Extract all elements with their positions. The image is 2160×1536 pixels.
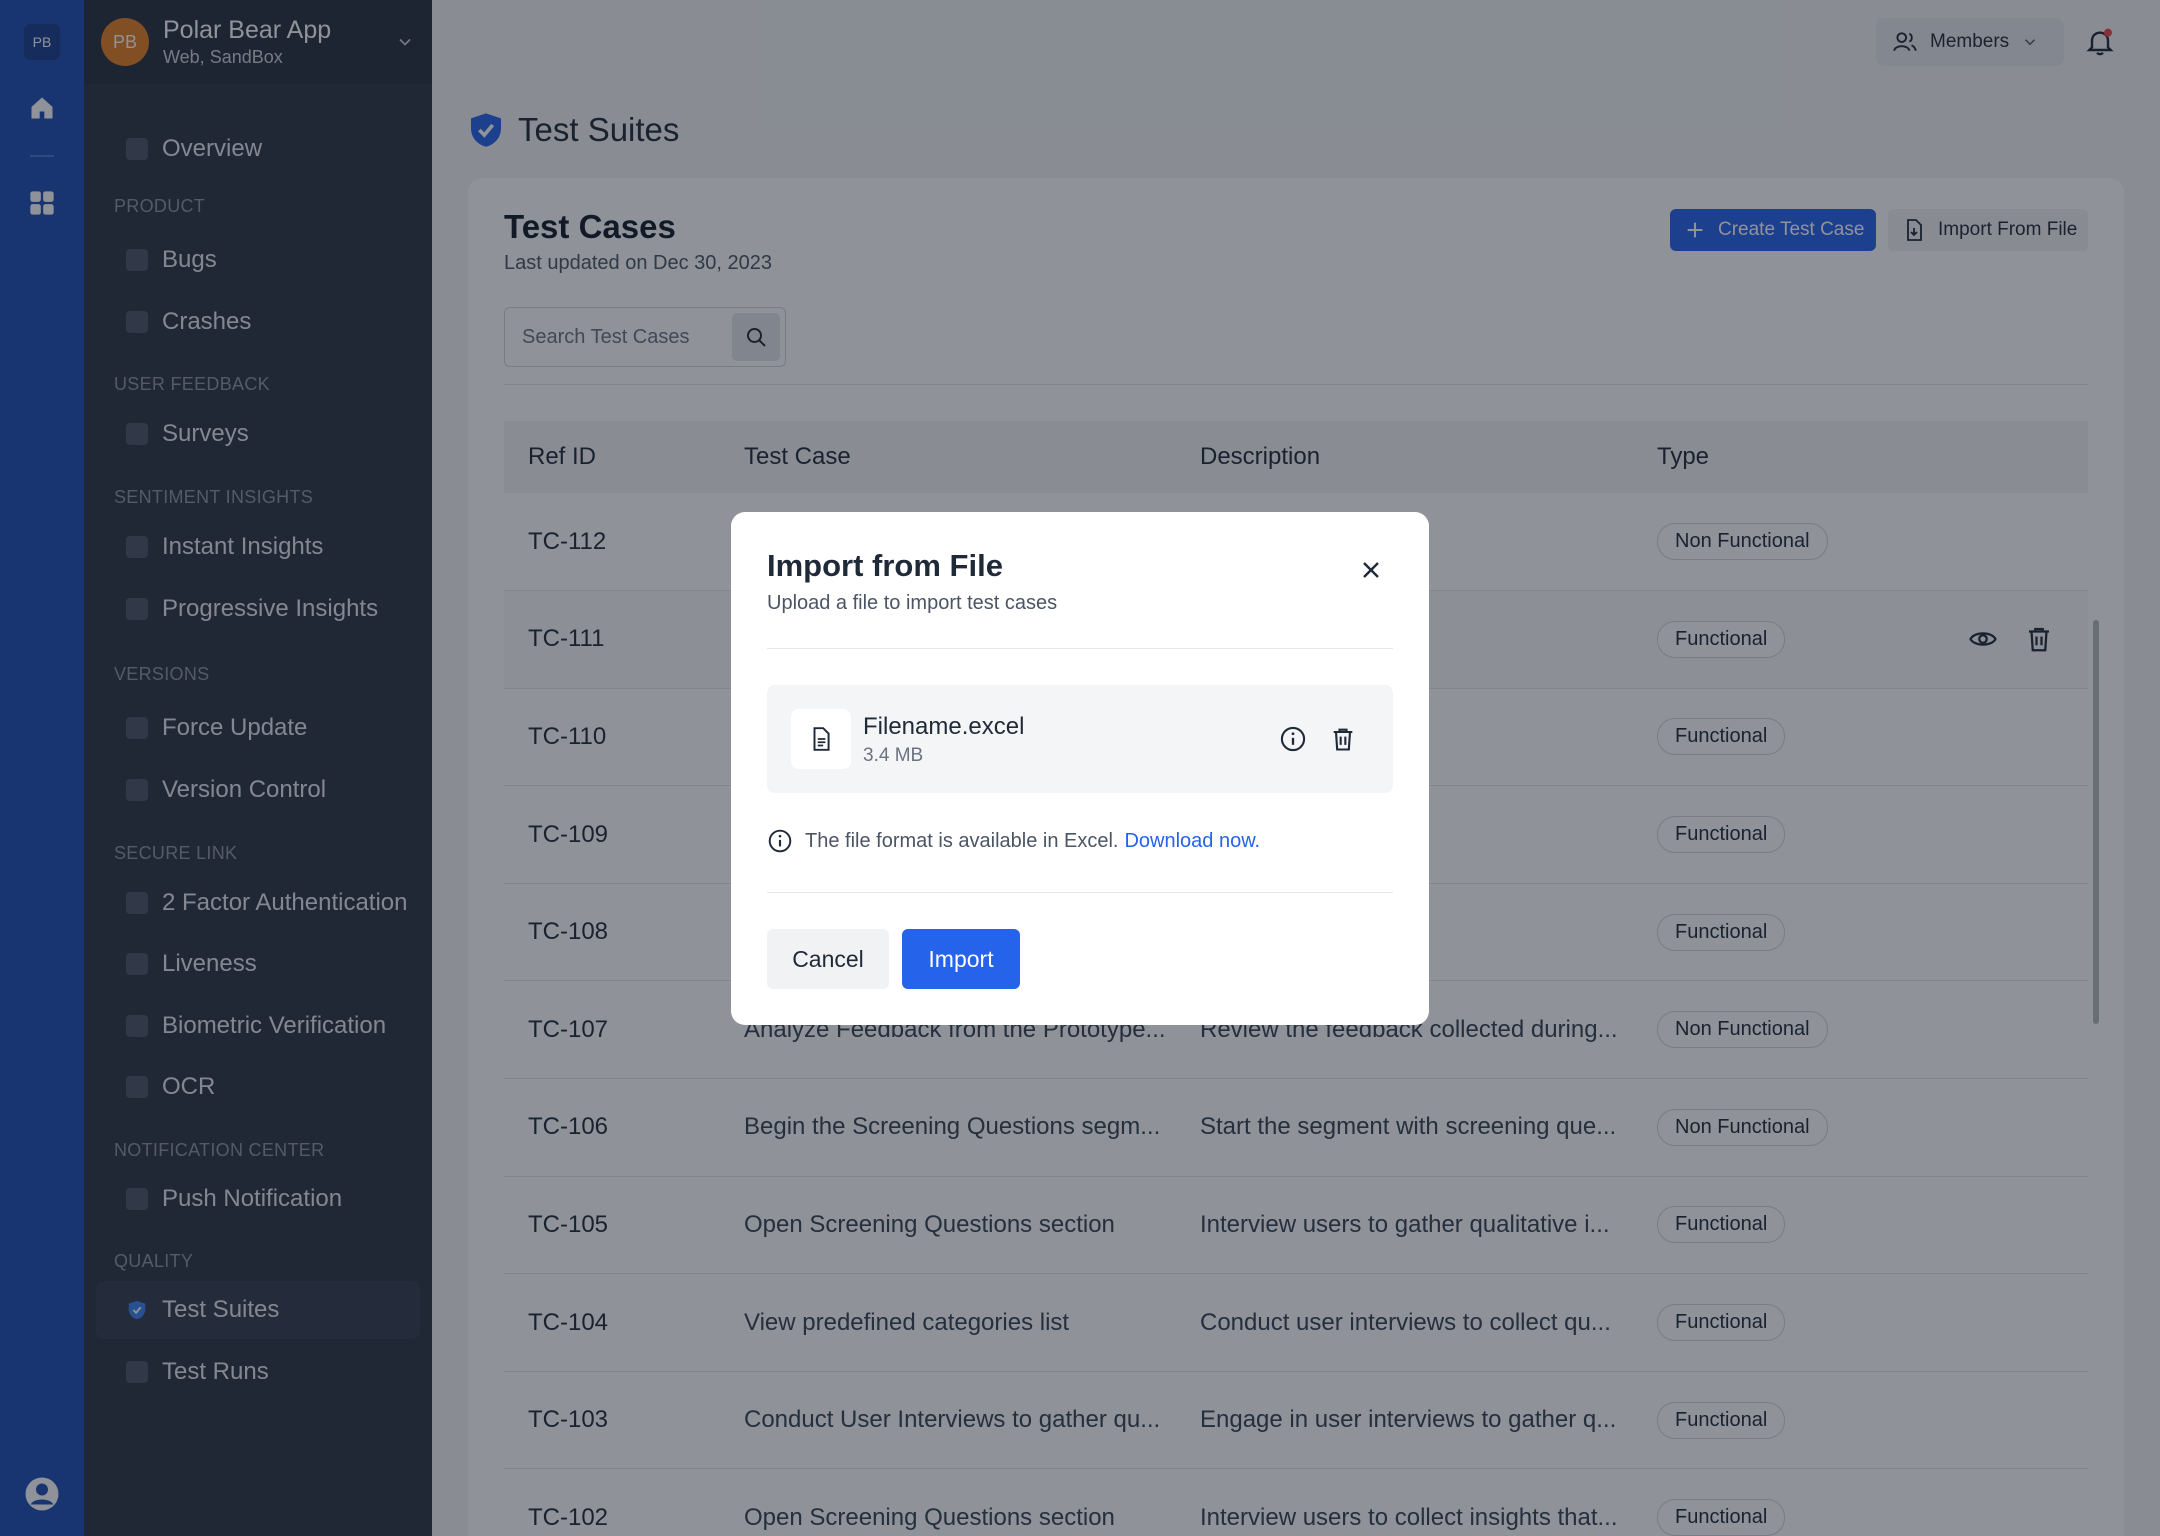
info-icon — [768, 829, 792, 853]
modal-title: Import from File — [767, 548, 1003, 583]
file-name: Filename.excel — [863, 713, 1025, 740]
trash-icon[interactable] — [1329, 725, 1357, 753]
modal-divider — [767, 648, 1393, 649]
close-icon[interactable] — [1355, 554, 1387, 586]
cancel-button[interactable]: Cancel — [767, 929, 889, 989]
modal-subtitle: Upload a file to import test cases — [767, 592, 1058, 614]
file-format-note: The file format is available in Excel. D… — [767, 828, 1260, 854]
uploaded-file-card: Filename.excel 3.4 MB — [767, 685, 1393, 793]
modal-divider — [767, 892, 1393, 893]
import-button[interactable]: Import — [902, 929, 1020, 989]
info-icon[interactable] — [1279, 725, 1307, 753]
note-text: The file format is available in Excel. — [805, 829, 1119, 852]
import-from-file-modal: Import from File Upload a file to import… — [731, 512, 1429, 1025]
download-now-link[interactable]: Download now. — [1124, 830, 1260, 853]
document-icon — [791, 709, 851, 769]
file-size: 3.4 MB — [863, 745, 924, 766]
